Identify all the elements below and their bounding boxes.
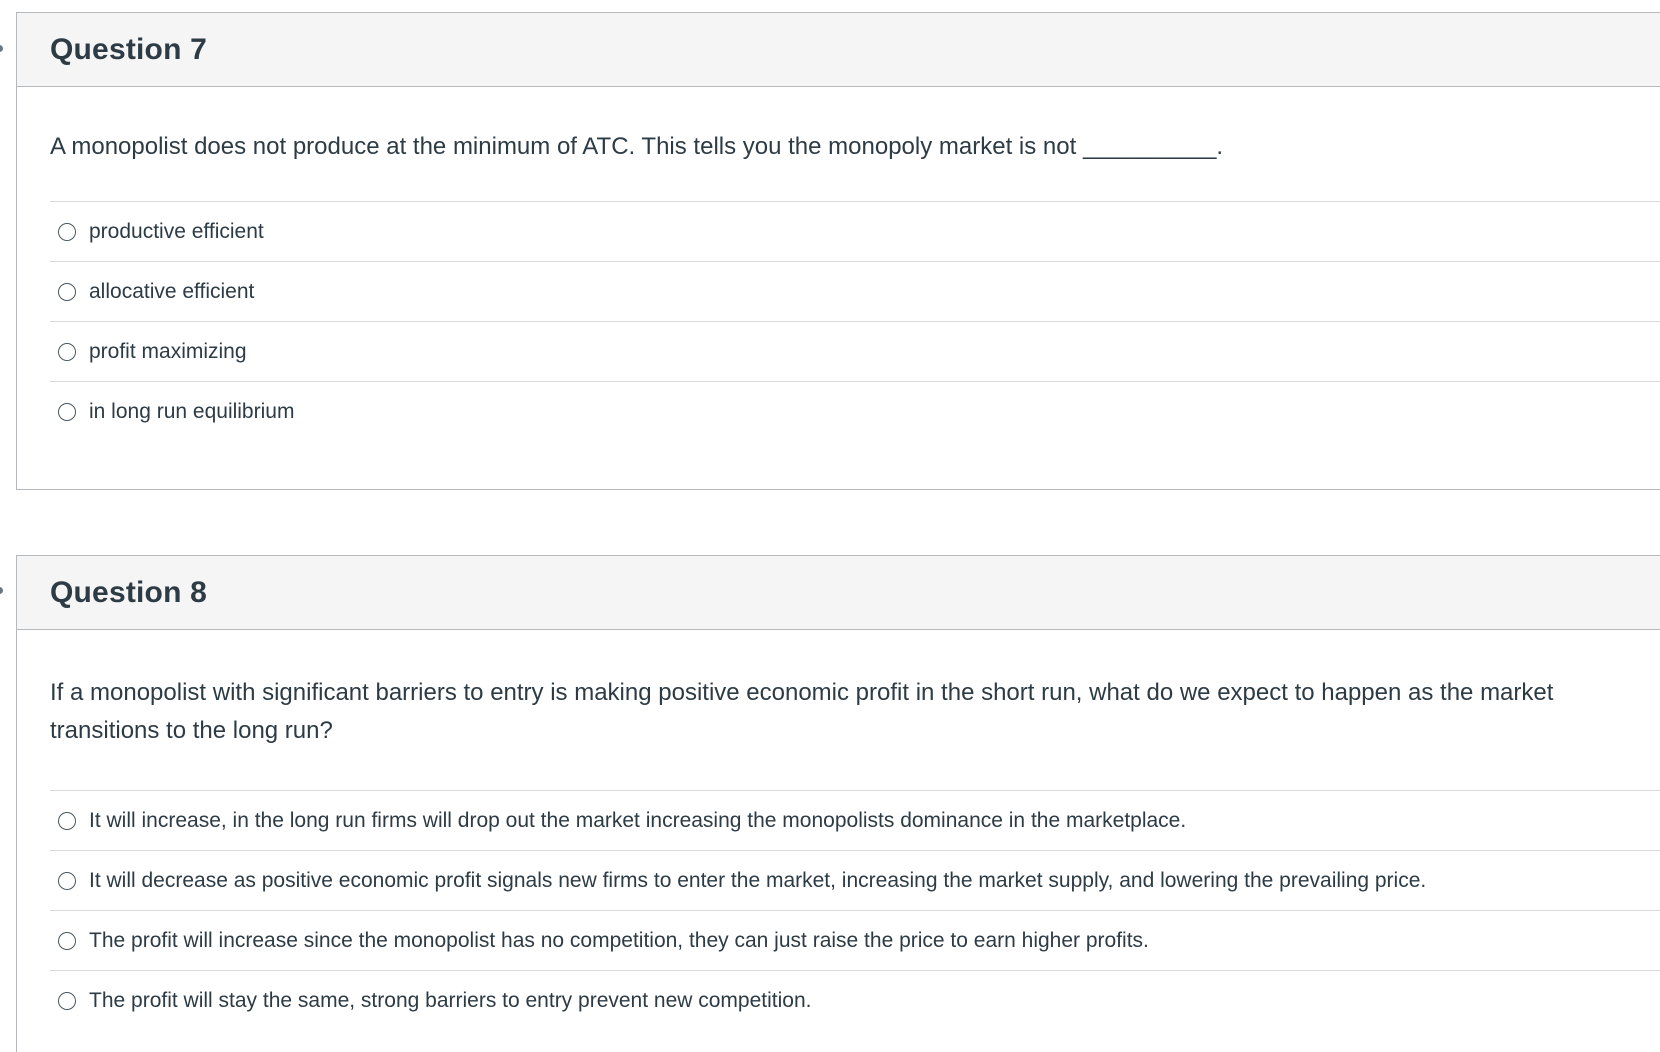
question-8-header: Question 8: [17, 556, 1660, 630]
radio-button-icon[interactable]: [58, 931, 76, 950]
question-8-answer-2[interactable]: It will decrease as positive economic pr…: [50, 851, 1660, 911]
radio-button-icon[interactable]: [58, 871, 76, 890]
question-8-answer-1[interactable]: It will increase, in the long run firms …: [50, 791, 1660, 851]
answer-label: profit maximizing: [89, 339, 247, 363]
radio-button-icon[interactable]: [58, 342, 76, 361]
answer-label: The profit will increase since the monop…: [89, 928, 1149, 952]
question-8-body: If a monopolist with significant barrier…: [17, 630, 1660, 1031]
question-8-marker: [0, 587, 3, 594]
question-7-header: Question 7: [17, 13, 1660, 87]
radio-button-icon[interactable]: [58, 811, 76, 830]
question-8-text: If a monopolist with significant barrier…: [50, 679, 1554, 744]
quiz-page: Question 7 A monopolist does not produce…: [0, 0, 1660, 1052]
question-7-text: A monopolist does not produce at the min…: [50, 133, 1224, 160]
question-7-answer-3[interactable]: profit maximizing: [50, 322, 1660, 382]
radio-button-icon[interactable]: [58, 282, 76, 301]
answer-label: It will decrease as positive economic pr…: [89, 868, 1427, 892]
question-7-answer-2[interactable]: allocative efficient: [50, 262, 1660, 322]
answer-label: The profit will stay the same, strong ba…: [89, 989, 812, 1012]
radio-button-icon[interactable]: [58, 222, 76, 241]
answer-label: in long run equilibrium: [89, 400, 295, 423]
question-8-answer-3[interactable]: The profit will increase since the monop…: [50, 911, 1660, 971]
answer-label: productive efficient: [89, 219, 264, 243]
question-8-title: Question 8: [50, 575, 208, 609]
question-7-answers: productive efficient allocative efficien…: [50, 201, 1660, 442]
question-8-answer-4[interactable]: The profit will stay the same, strong ba…: [50, 971, 1660, 1031]
question-7-body: A monopolist does not produce at the min…: [17, 87, 1660, 442]
question-8-answers: It will increase, in the long run firms …: [50, 790, 1660, 1031]
radio-button-icon[interactable]: [58, 403, 76, 421]
question-7-marker: [0, 45, 3, 52]
answer-label: It will increase, in the long run firms …: [89, 808, 1187, 832]
question-8-card: Question 8 If a monopolist with signific…: [16, 555, 1660, 1052]
question-7-title: Question 7: [50, 32, 208, 66]
question-7-answer-1[interactable]: productive efficient: [50, 202, 1660, 262]
radio-button-icon[interactable]: [58, 992, 76, 1010]
question-7-answer-4[interactable]: in long run equilibrium: [50, 382, 1660, 442]
question-7-card: Question 7 A monopolist does not produce…: [16, 12, 1660, 490]
answer-label: allocative efficient: [89, 279, 255, 303]
